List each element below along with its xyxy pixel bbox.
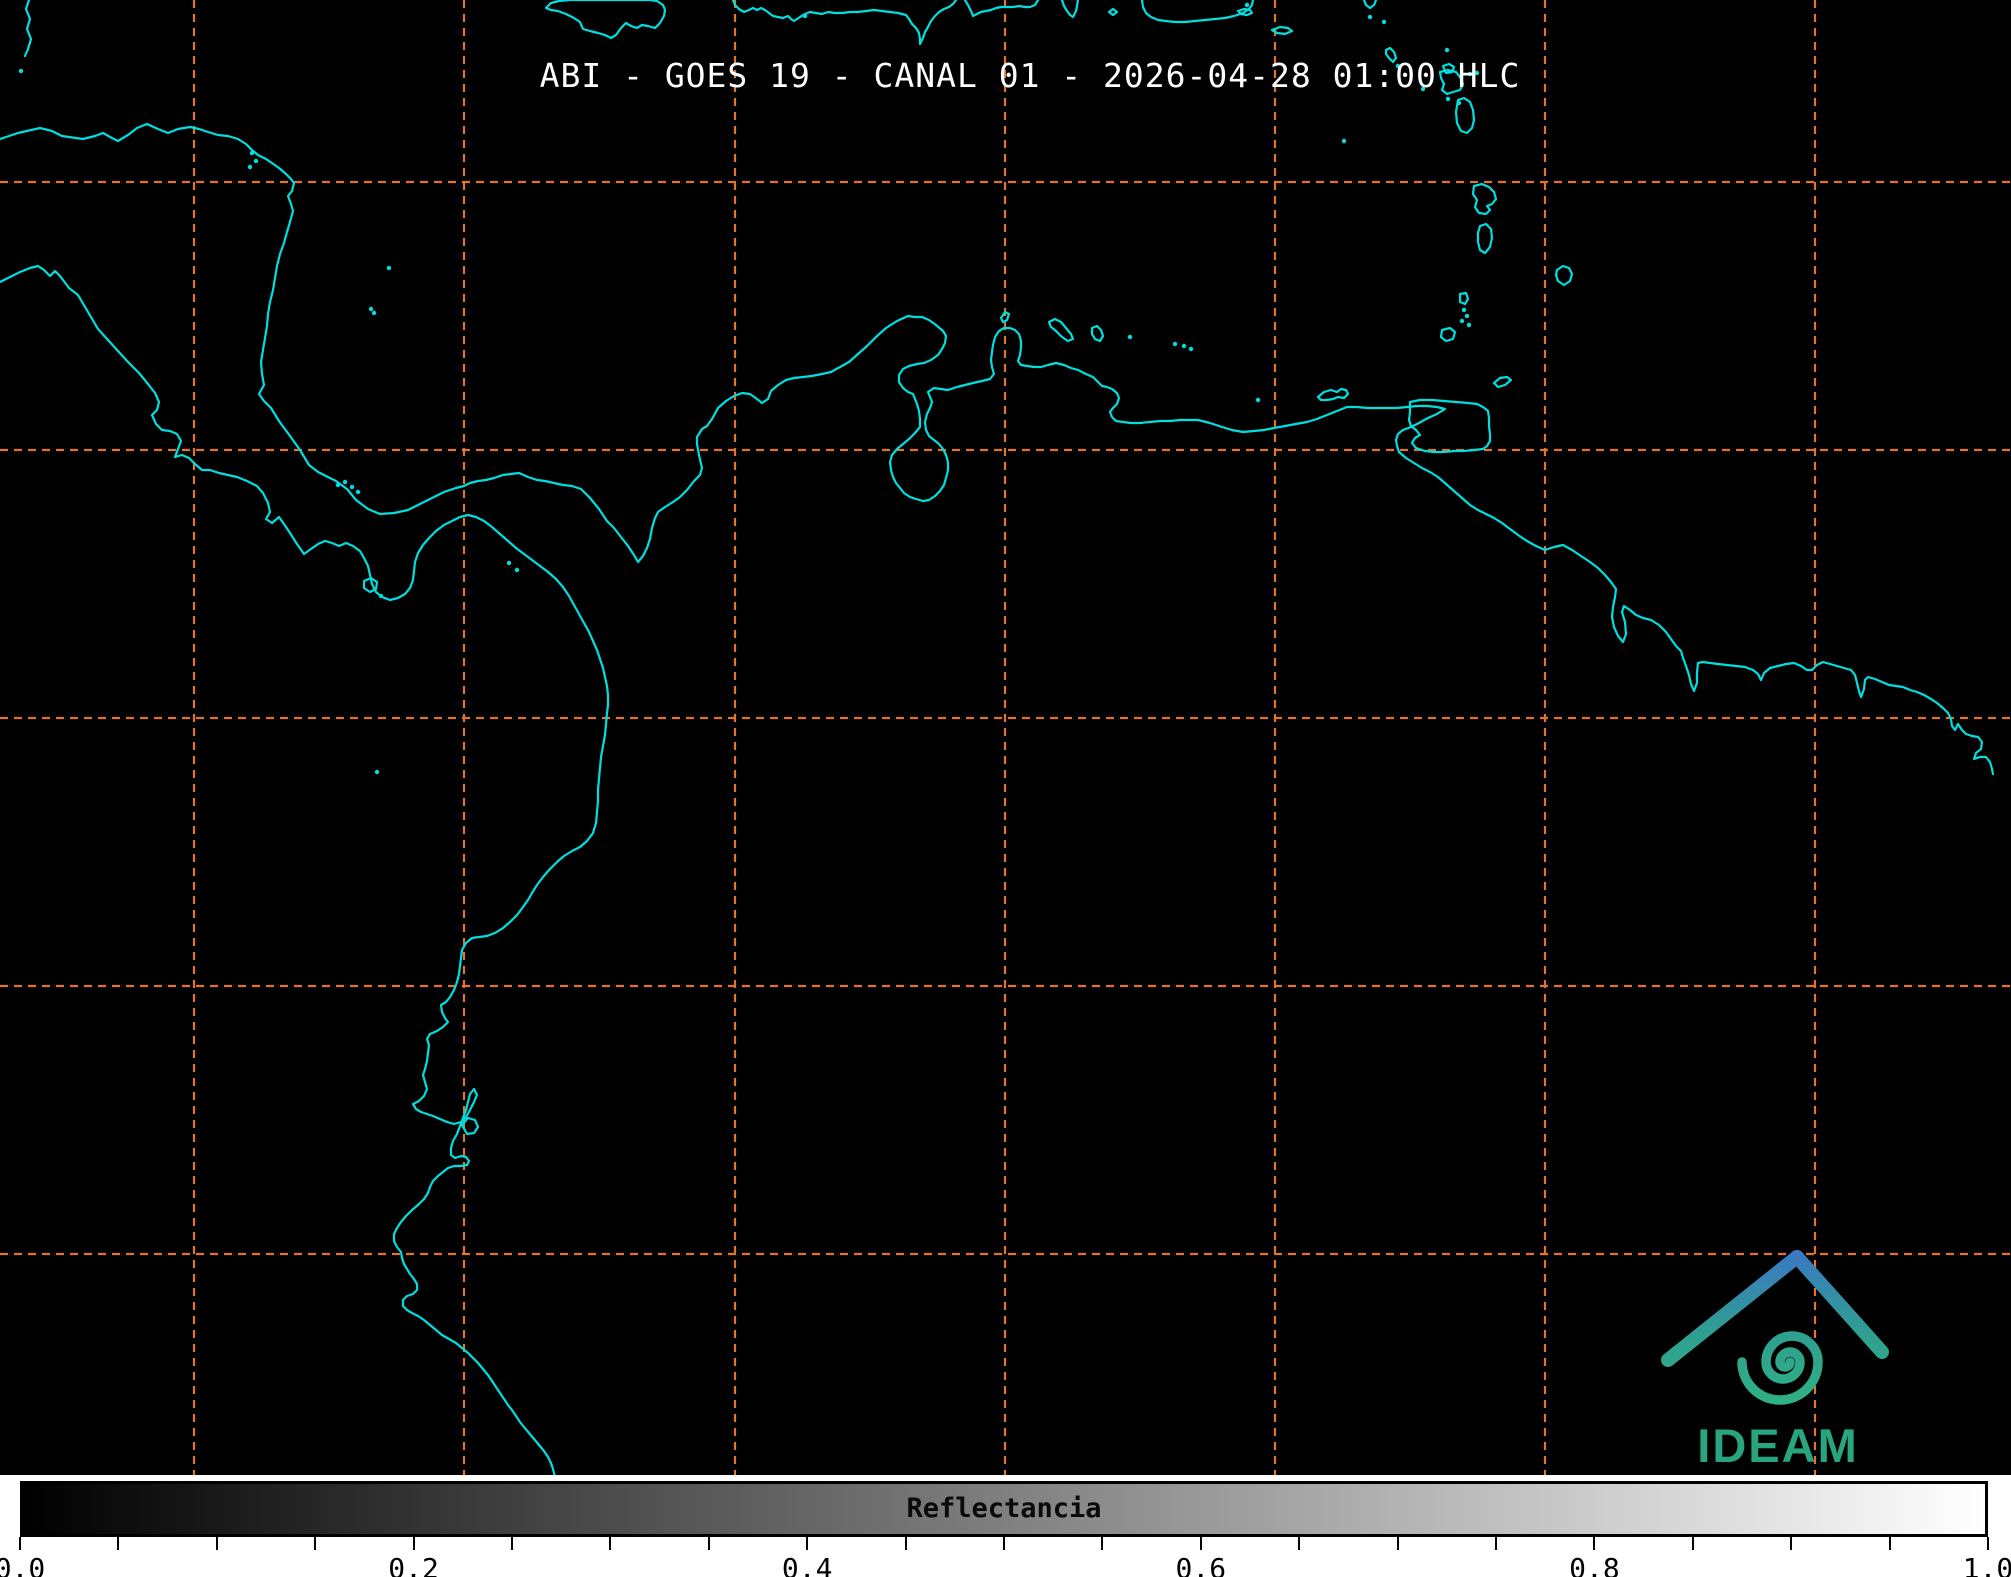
colorbar-tick-label: 0.4 <box>781 1552 833 1577</box>
coastline <box>1140 0 1255 24</box>
app-window: ABI - GOES 19 - CANAL 01 - 2026-04-28 01… <box>0 0 2011 1577</box>
coastline <box>1047 317 1075 343</box>
islet-dot <box>1127 334 1133 340</box>
islet-dot <box>1244 2 1250 8</box>
colorbar-tick <box>1003 1537 1005 1550</box>
islet-dot <box>1459 318 1465 324</box>
colorbar-tick <box>19 1537 21 1550</box>
coastline <box>1316 387 1350 402</box>
coastline <box>1060 0 1080 19</box>
islet-dot <box>349 484 355 490</box>
islet-dot <box>1464 313 1470 319</box>
colorbar-label: Reflectancia <box>906 1493 1102 1524</box>
coastline <box>1107 7 1119 17</box>
islet-dot <box>355 489 361 495</box>
colorbar-tick-label: 0.6 <box>1175 1552 1227 1577</box>
coastline <box>1471 182 1498 216</box>
colorbar-tick <box>117 1537 120 1550</box>
colorbar-tick <box>412 1537 415 1550</box>
islet-dot <box>374 769 380 775</box>
islet-dot <box>1445 96 1451 102</box>
colorbar-tick-label: 1.0 <box>1962 1552 2011 1577</box>
colorbar-tick <box>1396 1537 1399 1550</box>
islet-dot <box>1172 341 1178 347</box>
islet-dot <box>802 13 808 19</box>
islet-dot <box>1367 14 1373 20</box>
islet-dot <box>342 479 348 485</box>
coastline <box>1492 375 1513 389</box>
colorbar-tick <box>1790 1537 1793 1550</box>
coastline <box>1407 398 1492 454</box>
islet-dot <box>1255 397 1261 403</box>
coastline <box>999 310 1011 324</box>
islet-dot <box>18 68 24 74</box>
islet-dot <box>368 306 374 312</box>
islet-dot <box>249 150 255 156</box>
coastline <box>731 0 958 46</box>
coastline <box>1362 0 1378 10</box>
colorbar-tick <box>1987 1537 1989 1550</box>
islet-dot <box>386 265 392 271</box>
islet-dot <box>335 482 341 488</box>
coastline <box>1439 326 1457 343</box>
islet-dot <box>1341 138 1347 144</box>
ideam-logo-text: IDEAM <box>1697 1419 1859 1472</box>
coastline <box>1090 324 1105 343</box>
coastline <box>544 0 667 40</box>
logo-spiral-icon <box>1737 1331 1823 1405</box>
colorbar-tick <box>215 1537 218 1550</box>
colorbar-tick <box>806 1537 809 1550</box>
colorbar-tick <box>1298 1537 1301 1550</box>
islet-dot <box>1456 100 1462 106</box>
colorbar-tick <box>707 1537 710 1550</box>
ideam-logo <box>1661 1250 1889 1405</box>
islet-dot <box>1444 47 1450 53</box>
islet-dot <box>1381 19 1387 25</box>
colorbar-tick <box>609 1537 612 1550</box>
islet-dot <box>506 560 512 566</box>
colorbar-tick <box>314 1537 317 1550</box>
coastline <box>1458 291 1470 306</box>
colorbar-tick <box>511 1537 513 1550</box>
satellite-map-area: ABI - GOES 19 - CANAL 01 - 2026-04-28 01… <box>0 0 2011 1475</box>
colorbar-tick-label: 0.2 <box>388 1552 439 1577</box>
islet-dot <box>1188 346 1194 352</box>
islet-dot <box>247 164 253 170</box>
islet-dot <box>514 567 520 573</box>
colorbar-tick <box>904 1537 907 1550</box>
image-title: ABI - GOES 19 - CANAL 01 - 2026-04-28 01… <box>539 56 1521 95</box>
colorbar-tick-label: 0.0 <box>0 1552 46 1577</box>
colorbar-tick <box>1888 1537 1891 1550</box>
islet-dot <box>253 158 259 164</box>
colorbar-tick <box>1593 1537 1596 1550</box>
islet-dot <box>378 593 384 599</box>
colorbar-tick <box>1101 1537 1104 1550</box>
islet-dot <box>1461 307 1467 313</box>
coastline <box>1476 222 1494 255</box>
colorbar-tick <box>1495 1537 1497 1550</box>
islet-dot <box>371 310 377 316</box>
colorbar-tick-label: 0.8 <box>1569 1552 1620 1577</box>
islet-dot <box>1181 343 1187 349</box>
coastline <box>0 264 610 1475</box>
colorbar-tick <box>1199 1537 1202 1550</box>
coastline <box>23 0 33 58</box>
coastline <box>963 0 1040 18</box>
colorbar-strip: Reflectancia 0.0 0.2 0.4 0.6 0.8 1.0 <box>0 1475 2011 1577</box>
islet-dot <box>1466 322 1472 328</box>
colorbar-tick <box>1691 1537 1694 1550</box>
coastline <box>1554 264 1574 287</box>
